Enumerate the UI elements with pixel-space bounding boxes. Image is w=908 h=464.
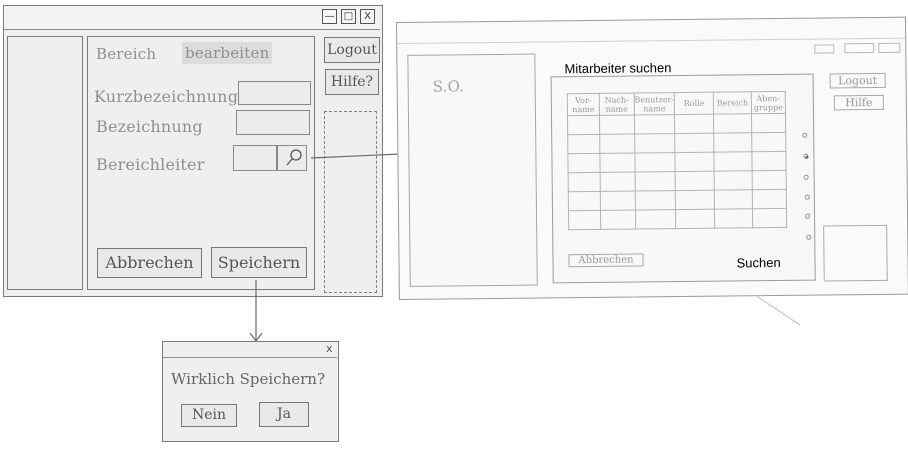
no-button[interactable]: Nein	[181, 404, 237, 427]
results-table: Vor-name Nach-name Benutzer-name Rolle B…	[567, 91, 787, 230]
search-minimize-button[interactable]	[814, 44, 835, 54]
table-row[interactable]	[568, 208, 787, 230]
confirm-message: Wirklich Speichern?	[171, 370, 325, 388]
search-info-area	[823, 224, 888, 282]
dialog-titlebar: x	[163, 342, 337, 358]
search-logout-button[interactable]: Logout	[829, 72, 886, 89]
decorative-line	[754, 294, 801, 326]
col-area: Bereich	[713, 91, 752, 115]
yes-button[interactable]: Ja	[259, 402, 309, 427]
confirm-save-dialog: x Wirklich Speichern? Nein Ja	[162, 341, 339, 442]
col-user-name: Benutzer-name	[633, 92, 675, 116]
table-row[interactable]	[567, 132, 786, 154]
row-radio[interactable]	[804, 194, 810, 200]
col-role: Rolle	[674, 92, 714, 115]
search-titlebar-line	[397, 37, 906, 44]
search-button[interactable]: Suchen	[736, 255, 780, 270]
dialog-close-icon[interactable]: x	[326, 342, 333, 355]
col-group: Aben-gruppe	[751, 91, 786, 114]
table-row[interactable]	[567, 113, 786, 135]
search-employee-window: S.O. Mitarbeiter suchen Vor-name Nach-na…	[396, 16, 908, 300]
row-radio[interactable]	[805, 213, 811, 219]
table-row[interactable]	[568, 189, 787, 211]
search-close-button[interactable]	[878, 42, 901, 53]
row-radio[interactable]	[803, 174, 809, 180]
row-radio[interactable]	[806, 234, 812, 240]
search-cancel-button[interactable]: Abbrechen	[568, 253, 644, 268]
search-navigation-panel: S.O.	[407, 53, 538, 287]
row-radio[interactable]	[802, 132, 808, 138]
search-help-button[interactable]: Hilfe	[833, 94, 884, 111]
table-row[interactable]	[568, 170, 787, 192]
table-row[interactable]	[567, 151, 787, 173]
row-radio-selected[interactable]	[803, 153, 809, 159]
search-maximize-button[interactable]	[844, 42, 875, 54]
same-as-before-note: S.O.	[432, 77, 465, 96]
search-window-title: Mitarbeiter suchen	[564, 60, 672, 77]
table-header-row: Vor-name Nach-name Benutzer-name Rolle B…	[567, 91, 786, 116]
col-first-name: Vor-name	[567, 93, 600, 116]
col-last-name: Nach-name	[599, 93, 635, 116]
results-panel: Vor-name Nach-name Benutzer-name Rolle B…	[550, 73, 816, 284]
